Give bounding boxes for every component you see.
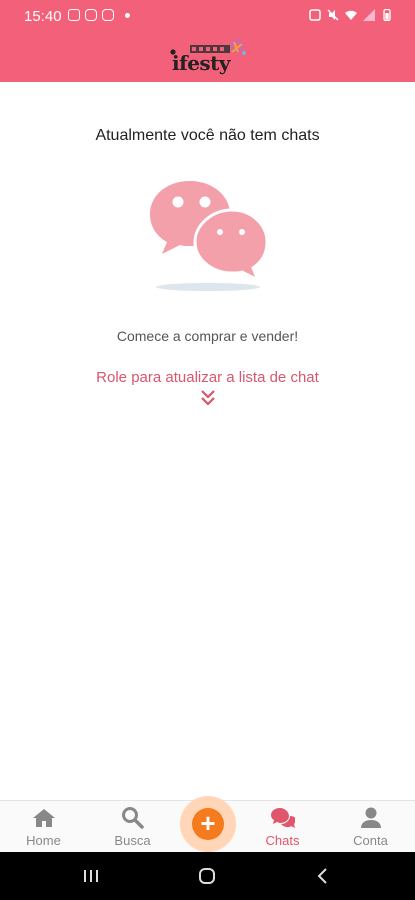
nav-item-busca[interactable]: Busca xyxy=(91,801,174,853)
nav-item-home[interactable]: Home xyxy=(2,801,85,853)
search-icon xyxy=(122,807,144,829)
system-status-icons xyxy=(309,9,393,21)
chat-bubbles-illustration xyxy=(150,181,269,291)
person-icon xyxy=(361,807,381,828)
double-chevron-down-icon xyxy=(201,390,215,406)
nav-item-conta[interactable]: Conta xyxy=(329,801,412,853)
status-time: 15:40 xyxy=(24,8,62,25)
notification-icons xyxy=(68,9,130,21)
chat-bubbles-icon xyxy=(271,808,295,828)
more-notifications-dot-icon xyxy=(125,12,130,18)
signal-icon xyxy=(363,9,375,21)
recent-apps-icon[interactable] xyxy=(82,867,100,885)
nav-label-chats: Chats xyxy=(265,833,300,848)
nav-label-conta: Conta xyxy=(353,833,388,848)
pull-to-refresh-hint: Role para atualizar a lista de chat xyxy=(96,369,319,386)
app-logo: ifesty xyxy=(168,38,250,78)
mute-icon xyxy=(327,9,339,21)
back-icon[interactable] xyxy=(314,867,332,885)
empty-state-subtitle: Comece a comprar e vender! xyxy=(116,328,299,344)
instagram-notification-icon-2 xyxy=(102,9,114,21)
alarm-icon xyxy=(309,9,321,21)
home-icon xyxy=(33,809,55,827)
battery-icon xyxy=(383,9,391,21)
instagram-notification-icon xyxy=(85,9,97,21)
nav-label-home: Home xyxy=(26,833,61,848)
home-button-icon[interactable] xyxy=(198,867,216,885)
system-navigation-bar xyxy=(0,852,415,900)
status-bar: 15:40 xyxy=(0,0,415,32)
app-header: 15:40 ifesty xyxy=(0,0,415,82)
add-listing-button[interactable]: + xyxy=(192,808,224,840)
image-notification-icon xyxy=(68,9,80,21)
empty-state-title: Atualmente você não tem chats xyxy=(95,127,320,144)
nav-label-busca: Busca xyxy=(114,833,151,848)
wifi-icon xyxy=(345,10,357,20)
logo-text: ifesty xyxy=(172,51,231,75)
nav-item-chats[interactable]: Chats xyxy=(241,801,324,853)
